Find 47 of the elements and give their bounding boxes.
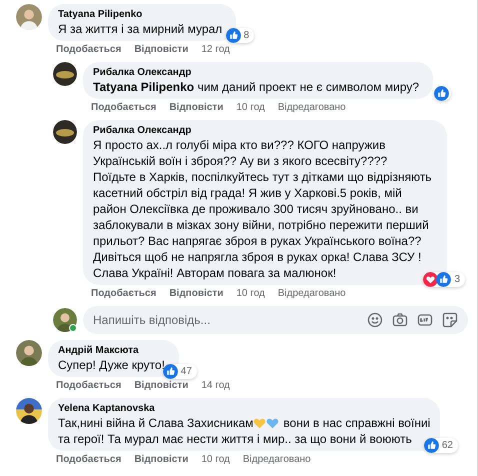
reply-box[interactable]: Напишіть відповідь... <box>83 306 468 334</box>
emoji-icon[interactable] <box>367 312 383 328</box>
comment-text: Tatyana Pilipenko чим даний проект не є символом миру? <box>93 79 420 95</box>
sticker-icon[interactable] <box>442 312 458 328</box>
reaction-count: 3 <box>454 273 460 287</box>
reply-field[interactable]: Напишіть відповідь... <box>93 311 367 329</box>
comment-text: вони в нас справжні воїниі <box>283 415 430 431</box>
like-link[interactable]: Подобається <box>91 288 156 300</box>
reply-link[interactable]: Відповісти <box>134 380 188 392</box>
reaction-count: 62 <box>442 439 453 453</box>
gif-icon[interactable] <box>417 312 433 328</box>
author-name[interactable]: Yelena Kaptanovska <box>58 403 430 415</box>
avatar[interactable] <box>53 120 77 144</box>
author-name[interactable]: Андрій Максюта <box>58 345 169 357</box>
author-name[interactable]: Рибалка Олександр <box>93 67 424 79</box>
avatar[interactable] <box>53 308 77 332</box>
avatar[interactable] <box>16 398 42 424</box>
camera-icon[interactable] <box>392 312 408 328</box>
edited-label[interactable]: Відредаговано <box>278 102 346 114</box>
author-name[interactable]: Tatyana Pilipenko <box>58 9 226 21</box>
reply-link[interactable]: Відповісти <box>134 44 188 56</box>
timestamp[interactable]: 14 год <box>201 380 230 392</box>
author-name[interactable]: Рибалка Олександр <box>93 125 437 137</box>
reply-link[interactable]: Відповісти <box>134 454 188 466</box>
comment-text: Так,нині війна й Слава Захисникам <box>58 415 254 431</box>
reactions-badge[interactable]: 47 <box>162 364 197 379</box>
edited-label[interactable]: Відредаговано <box>278 288 346 300</box>
like-link[interactable]: Подобається <box>56 380 122 392</box>
reply-link[interactable]: Відповісти <box>169 102 224 114</box>
timestamp[interactable]: 12 год <box>201 44 230 56</box>
reactions-badge[interactable]: 62 <box>424 438 458 453</box>
reaction-count: 47 <box>180 365 192 379</box>
comment-text: та герої! Та мурал має нести життя і мир.. за що вони й воюють <box>58 431 412 447</box>
edited-label[interactable]: Відредаговано <box>242 454 311 466</box>
timestamp[interactable]: 10 год <box>201 454 230 466</box>
like-link[interactable]: Подобається <box>56 454 122 466</box>
avatar[interactable] <box>53 62 77 86</box>
reaction-count: 8 <box>244 29 250 43</box>
reply-link[interactable]: Відповісти <box>169 288 224 300</box>
avatar[interactable] <box>16 340 42 366</box>
comment-text: Я за життя і за мирний мурал <box>58 21 224 37</box>
like-link[interactable]: Подобається <box>91 102 156 114</box>
like-link[interactable]: Подобається <box>56 44 122 56</box>
timestamp[interactable]: 10 год <box>236 102 265 114</box>
timestamp[interactable]: 10 год <box>236 288 265 300</box>
reactions-badge[interactable]: 3 <box>423 272 465 287</box>
reactions-badge[interactable]: 8 <box>226 28 254 43</box>
